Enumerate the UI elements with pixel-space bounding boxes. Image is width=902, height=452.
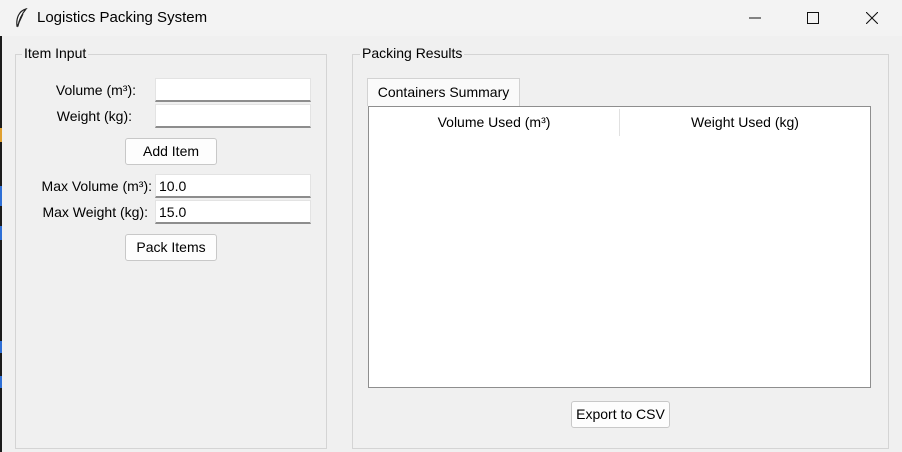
maximize-button[interactable] (790, 0, 836, 36)
background-window-edge (0, 36, 2, 452)
volume-input[interactable] (155, 78, 311, 102)
pack-items-button[interactable]: Pack Items (125, 234, 217, 261)
max-weight-label: Max Weight (kg): (42, 204, 148, 220)
packing-results-group-label: Packing Results (360, 45, 465, 61)
max-volume-input[interactable] (155, 174, 311, 198)
max-weight-input[interactable] (155, 200, 311, 224)
maximize-icon (807, 12, 819, 24)
export-csv-button[interactable]: Export to CSV (571, 401, 670, 428)
weight-input[interactable] (155, 104, 311, 128)
minimize-icon (749, 17, 761, 19)
feather-icon (16, 8, 28, 28)
containers-table[interactable]: Volume Used (m³) Weight Used (kg) (368, 106, 871, 388)
table-header: Volume Used (m³) Weight Used (kg) (369, 107, 870, 138)
volume-label: Volume (m³): (55, 82, 136, 98)
close-icon (866, 12, 878, 24)
weight-label: Weight (kg): (56, 108, 132, 124)
item-input-group-label: Item Input (22, 45, 89, 61)
close-button[interactable] (849, 0, 895, 36)
tab-containers-summary[interactable]: Containers Summary (367, 78, 520, 106)
add-item-button[interactable]: Add Item (125, 138, 217, 165)
minimize-button[interactable] (732, 0, 778, 36)
table-body (369, 138, 870, 387)
max-volume-label: Max Volume (m³): (41, 178, 152, 194)
column-header-weight-used[interactable]: Weight Used (kg) (620, 107, 870, 138)
window-title: Logistics Packing System (37, 9, 208, 26)
column-header-volume-used[interactable]: Volume Used (m³) (369, 107, 619, 138)
title-bar: Logistics Packing System (0, 0, 902, 36)
